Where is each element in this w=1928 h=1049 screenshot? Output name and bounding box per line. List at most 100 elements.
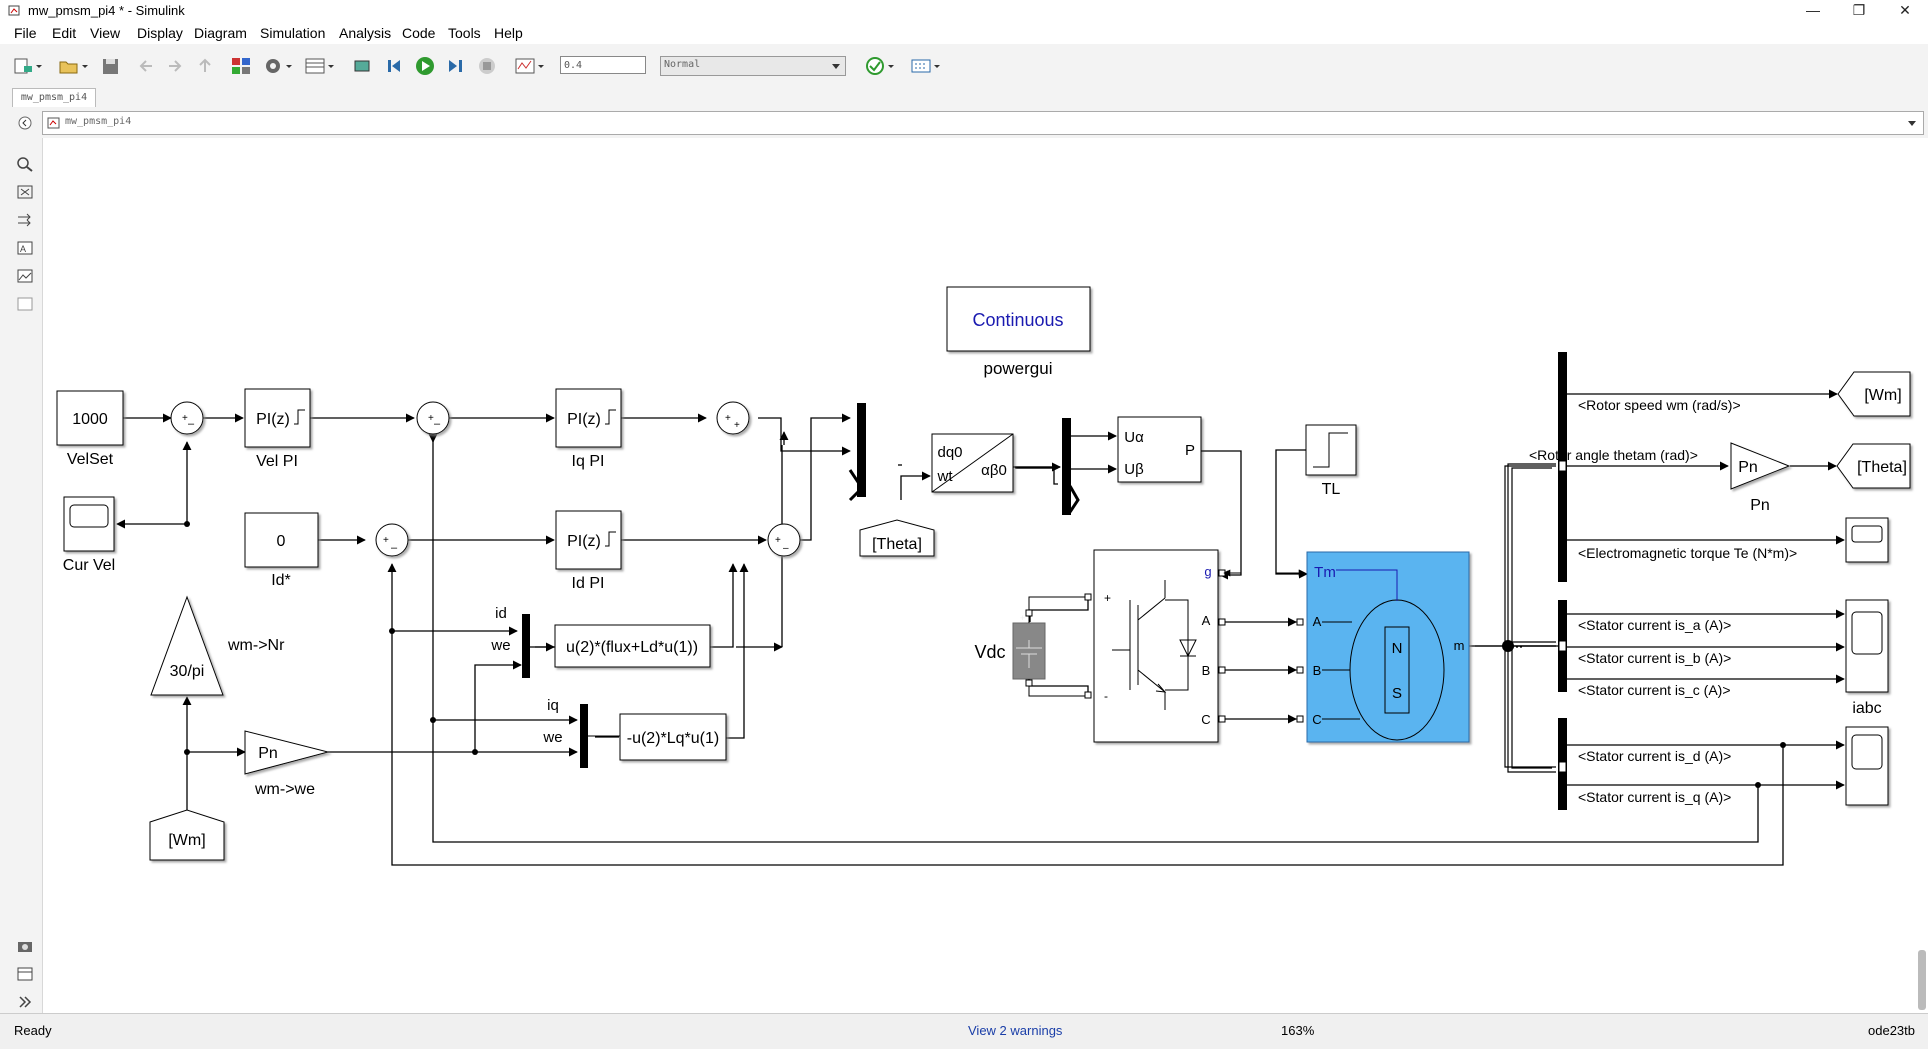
gain-30-pi-block[interactable] [150,595,224,696]
port-square [1296,618,1304,626]
signal-rotor-speed-label: <Rotor speed wm (rad/s)> [1578,397,1741,413]
inverter-b-label: B [1202,663,1211,678]
signal-torque-label: <Electromagnetic torque Te (N*m)> [1578,545,1797,561]
signal-isb-label: <Stator current is_b (A)> [1578,650,1731,666]
step-back-icon[interactable] [384,56,406,76]
open-dropdown-icon[interactable] [80,56,90,76]
from-theta-label: [Theta] [872,536,922,553]
stop-icon[interactable] [476,56,498,76]
gain-nr-label: wm->Nr [227,637,285,654]
menu-diagram[interactable]: Diagram [194,25,247,41]
fit-to-view-icon[interactable] [16,184,34,200]
menu-display[interactable]: Display [137,25,183,41]
stop-time-field[interactable] [560,56,646,74]
model-explorer-icon[interactable] [304,56,326,76]
route-arrows-icon[interactable] [16,212,34,228]
continuous-label: Continuous [972,310,1063,330]
menu-file[interactable]: File [14,25,37,41]
model-browser-icon[interactable] [16,966,34,982]
model-tab-strip: mw_pmsm_pi4 [0,86,1928,108]
scope-screen [1851,734,1883,770]
snapshot-camera-icon[interactable] [16,938,34,954]
port-square [1296,666,1304,674]
title-bar: mw_pmsm_pi4 * - Simulink — ❐ ✕ [0,0,1928,22]
mux-block-2[interactable] [580,704,588,768]
up-level-icon[interactable] [194,56,216,76]
restore-button[interactable]: ❐ [1836,0,1882,22]
solver-name[interactable]: ode23tb [1868,1023,1915,1038]
inverter-g-label: g [1204,564,1211,579]
motor-m-label: m [1454,638,1465,653]
build-model-icon[interactable] [910,56,932,76]
scope-dropdown-icon[interactable] [536,56,546,76]
menu-analysis[interactable]: Analysis [339,25,391,41]
iq-pi-label: Iq PI [572,453,605,470]
menu-help[interactable]: Help [494,25,523,41]
chevron-down-icon [832,64,840,69]
vdc-plus: + [1020,613,1025,623]
model-advisor-check-icon[interactable] [864,56,886,76]
port-square [1218,666,1226,674]
inverter-bridge-block[interactable] [1093,549,1219,743]
scope-viewer-icon[interactable] [514,56,536,76]
park-in1-label: dq0 [937,444,962,461]
menu-simulation[interactable]: Simulation [260,25,325,41]
image-icon[interactable] [16,268,34,284]
scope-screen [1851,611,1883,655]
block-diagram-canvas[interactable]: Continuous powergui 1000 VelSet + – PI(z… [43,139,1928,1014]
sum-block-uq[interactable] [716,401,750,435]
model-path-breadcrumb[interactable]: mw_pmsm_pi4 [42,111,1924,135]
menu-edit[interactable]: Edit [52,25,76,41]
minimize-button[interactable]: — [1790,0,1836,22]
dc-voltage-source-block[interactable] [1012,622,1046,680]
zoom-icon[interactable] [16,156,34,172]
settings-dropdown-icon[interactable] [284,56,294,76]
new-dropdown-icon[interactable] [34,56,44,76]
port-square [1218,715,1226,723]
update-diagram-icon[interactable] [352,56,374,76]
fcn2-expression: -u(2)*Lq*u(1) [627,730,719,747]
mux-block-1[interactable] [522,614,530,678]
gain-nr-body: 30/pi [170,663,205,680]
view-warnings-link[interactable]: View 2 warnings [968,1023,1062,1038]
simulation-mode-select[interactable]: Normal [660,56,846,76]
svpwm-out-label: P [1185,442,1195,459]
svg-text:A: A [20,244,26,254]
annotation-icon[interactable]: A [16,240,34,256]
vertical-scrollbar-thumb[interactable] [1918,950,1926,1010]
mux-block-4[interactable] [1062,418,1071,515]
model-settings-gear-icon[interactable] [262,56,284,76]
sum-sign: + [383,535,389,546]
zoom-level: 163% [1281,1023,1315,1038]
close-button[interactable]: ✕ [1882,0,1928,22]
run-icon[interactable] [414,56,436,76]
menu-view[interactable]: View [90,25,120,41]
build-dropdown-icon[interactable] [932,56,942,76]
step-forward-icon[interactable] [444,56,466,76]
motor-c-label: C [1312,712,1321,727]
library-browser-icon[interactable] [230,56,252,76]
inverter-a-label: A [1202,613,1211,628]
new-model-icon[interactable] [12,56,34,76]
tl-to-motor-line [1275,449,1306,577]
menu-code[interactable]: Code [402,25,435,41]
menu-tools[interactable]: Tools [448,25,481,41]
mux1-in2-label: we [490,637,510,654]
gain-we-body: Pn [258,745,278,762]
tab-mw-pmsm-pi4[interactable]: mw_pmsm_pi4 [12,88,96,107]
back-icon[interactable] [136,56,158,76]
pn-gain-body: Pn [1738,459,1758,476]
sum-sign: – [391,542,398,554]
fcn1-expression: u(2)*(flux+Ld*u(1)) [566,639,698,656]
chevron-down-icon[interactable] [1907,118,1917,128]
hide-explorer-icon[interactable] [18,116,32,130]
advisor-dropdown-icon[interactable] [886,56,896,76]
explorer-dropdown-icon[interactable] [326,56,336,76]
forward-icon[interactable] [164,56,186,76]
iq-pi-body: PI(z) [567,411,601,428]
status-bar: Ready View 2 warnings 163% ode23tb [0,1013,1928,1049]
open-folder-icon[interactable] [58,56,80,76]
expand-panel-icon[interactable] [16,994,34,1010]
area-icon[interactable] [16,296,34,312]
save-icon[interactable] [100,56,122,76]
